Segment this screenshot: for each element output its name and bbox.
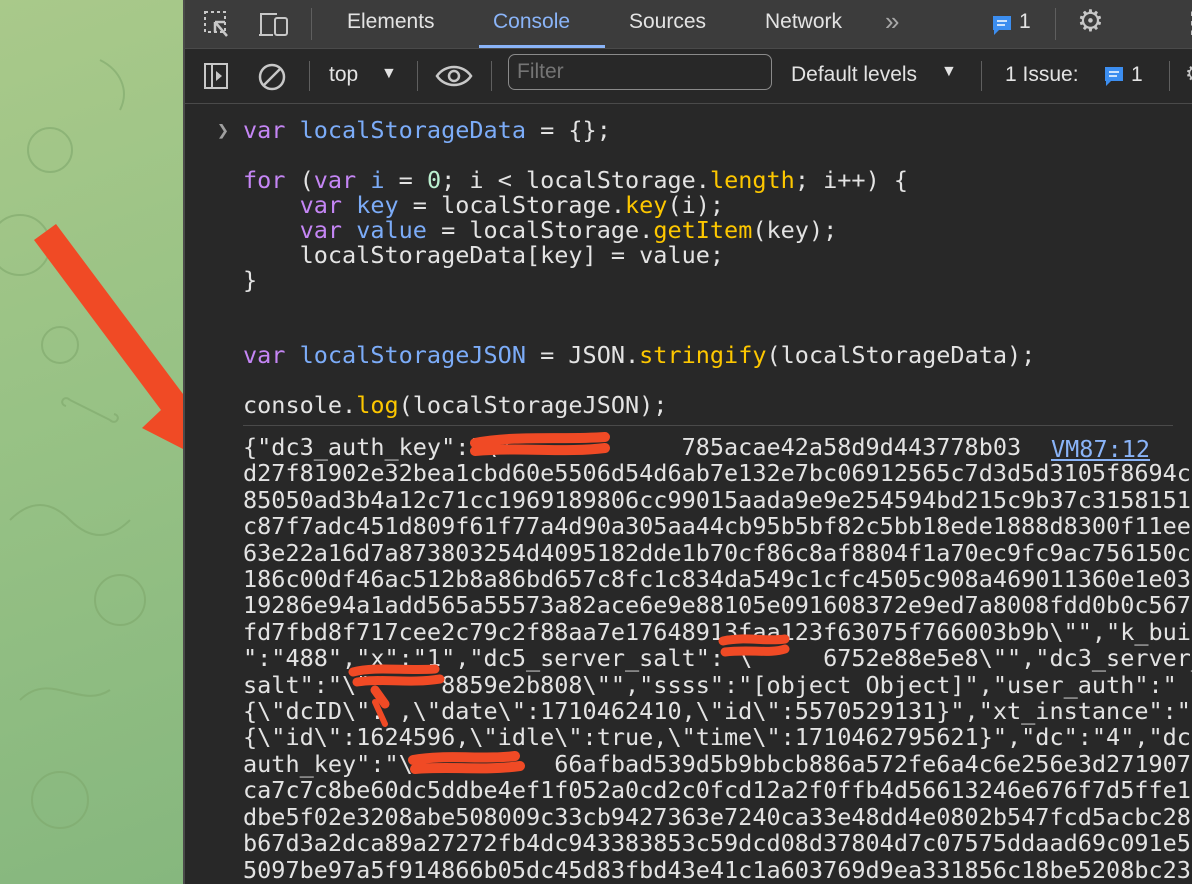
output-line: salt":"\" 8859e2b808\"","ssss":"[object … [243,670,1177,699]
log-levels-dropdown[interactable]: Default levels [791,63,917,87]
output-line: d27f81902e32bea1cbd60e5506d54d6ab7e132e7… [243,459,1192,488]
telegram-background [0,0,183,884]
output-line: 85050ad3b4a12c71cc1969189806cc99015aada9… [243,485,1192,514]
code-line: localStorageData[key] = value; [243,241,725,269]
tab-console[interactable]: Console [493,10,570,34]
settings-gear-icon[interactable]: ⚙ [1077,4,1104,39]
more-options-icon[interactable]: ⋮ [1179,6,1192,39]
issues-icon[interactable] [1103,65,1125,87]
message-divider [243,425,1173,426]
red-arrow-annotation [0,59,183,829]
messages-icon[interactable] [991,14,1013,36]
live-expression-eye-icon[interactable] [435,61,473,91]
filter-input[interactable] [508,54,772,90]
issues-label[interactable]: 1 Issue: [1005,63,1079,87]
levels-dropdown-icon[interactable]: ▼ [941,63,957,81]
console-output: ❯ var localStorageData = {}; for (var i =… [185,104,1192,884]
code-line: for (var i = 0; i < localStorage.length;… [243,166,909,194]
output-line: {\"id\":1624596,\"idle\":true,\"time\":1… [243,723,1192,752]
tab-sources[interactable]: Sources [629,10,706,34]
active-tab-indicator [479,45,605,48]
output-line: c87f7adc451d809f61f77a4d90a305aa44cb95b5… [243,512,1192,541]
device-toolbar-icon[interactable] [257,10,291,38]
output-line: dbe5f02e3208abe508009c33cb9427363e7240ca… [243,802,1192,831]
code-line: var value = localStorage.getItem(key); [299,216,838,244]
output-line: fd7fbd8f717cee2c79c2f88aa7e17648913faa12… [243,617,1192,646]
code-line: var key = localStorage.key(i); [299,191,725,219]
output-line: b67d3a2dca89a27272fb4dc943383853c59dcd08… [243,829,1192,858]
tab-elements[interactable]: Elements [347,10,435,34]
tab-network[interactable]: Network [765,10,842,34]
output-line: auth_key":"\" 66afbad539d5b9bbcb886a572f… [243,749,1192,778]
context-dropdown-icon[interactable]: ▼ [381,65,397,83]
console-log-message[interactable]: {"dc3_auth_key":"\" 785acae42a58d9d44377… [243,434,1192,883]
output-line: ca7c7c8be60dc5ddbe4ef1f052a0cd2c0fcd12a2… [243,776,1192,805]
inspect-element-icon[interactable] [203,10,231,38]
issues-count[interactable]: 1 [1131,63,1143,87]
console-toolbar: top ▼ Default levels ▼ 1 Issue: 1 ⚙ [185,49,1192,104]
code-line: var localStorageJSON = JSON.stringify(lo… [243,341,1036,369]
output-line: {\"dcID\": ,\"date\":1710462410,\"id\":5… [243,697,1191,726]
context-selector[interactable]: top [329,63,358,87]
messages-count[interactable]: 1 [1019,10,1031,34]
code-line: } [243,266,258,294]
sidebar-toggle-icon[interactable] [203,62,231,90]
input-prompt-chevron-icon: ❯ [217,118,230,142]
devtools-panel: Elements Console Sources Network » 1 ⚙ ⋮… [183,0,1192,884]
output-line: ":"488","x":"1","dc5_server_salt":"\" 67… [243,644,1192,673]
output-line: 19286e94a1add565a55573a82ace6e9e88105e09… [243,591,1192,620]
output-line: 63e22a16d7a873803254d4095182dde1b70cf86c… [243,538,1192,567]
console-settings-icon[interactable]: ⚙ [1185,61,1192,87]
main-toolbar: Elements Console Sources Network » 1 ⚙ ⋮ [185,0,1192,49]
clear-console-icon[interactable] [257,62,287,92]
output-line: 5097be97a5f914866b05dc45d83fbd43e41c1a60… [243,855,1192,884]
more-tabs-button[interactable]: » [885,6,899,37]
output-line: {"dc3_auth_key":"\" 785acae42a58d9d44377… [243,433,1022,461]
code-line: console.log(localStorageJSON); [243,391,668,419]
code-line: var localStorageData = {}; [243,116,611,144]
output-line: 186c00df46ac512b8a86bd657c8fc1c834da549c… [243,565,1192,594]
